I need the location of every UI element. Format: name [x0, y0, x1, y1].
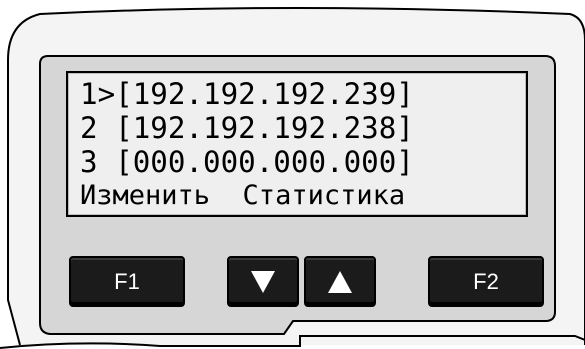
lcd-softkey-labels: Изменить Статистика	[80, 180, 406, 211]
up-button[interactable]	[304, 256, 376, 307]
down-arrow-icon	[251, 270, 275, 293]
lcd-line-3: 3 [000.000.000.000]	[80, 145, 414, 179]
lcd-line-2: 2 [192.192.192.238]	[80, 111, 414, 145]
f2-label: F2	[473, 268, 499, 294]
up-arrow-icon	[328, 270, 352, 293]
lcd-display: 1>[192.192.192.239] 2 [192.192.192.238] …	[66, 71, 528, 217]
f1-label: F1	[114, 268, 140, 294]
device-stage: 1>[192.192.192.239] 2 [192.192.192.238] …	[0, 0, 585, 349]
down-button[interactable]	[227, 256, 299, 307]
lcd-line-1: 1>[192.192.192.239]	[80, 77, 414, 111]
f1-button[interactable]: F1	[69, 256, 185, 307]
f2-button[interactable]: F2	[428, 256, 544, 307]
